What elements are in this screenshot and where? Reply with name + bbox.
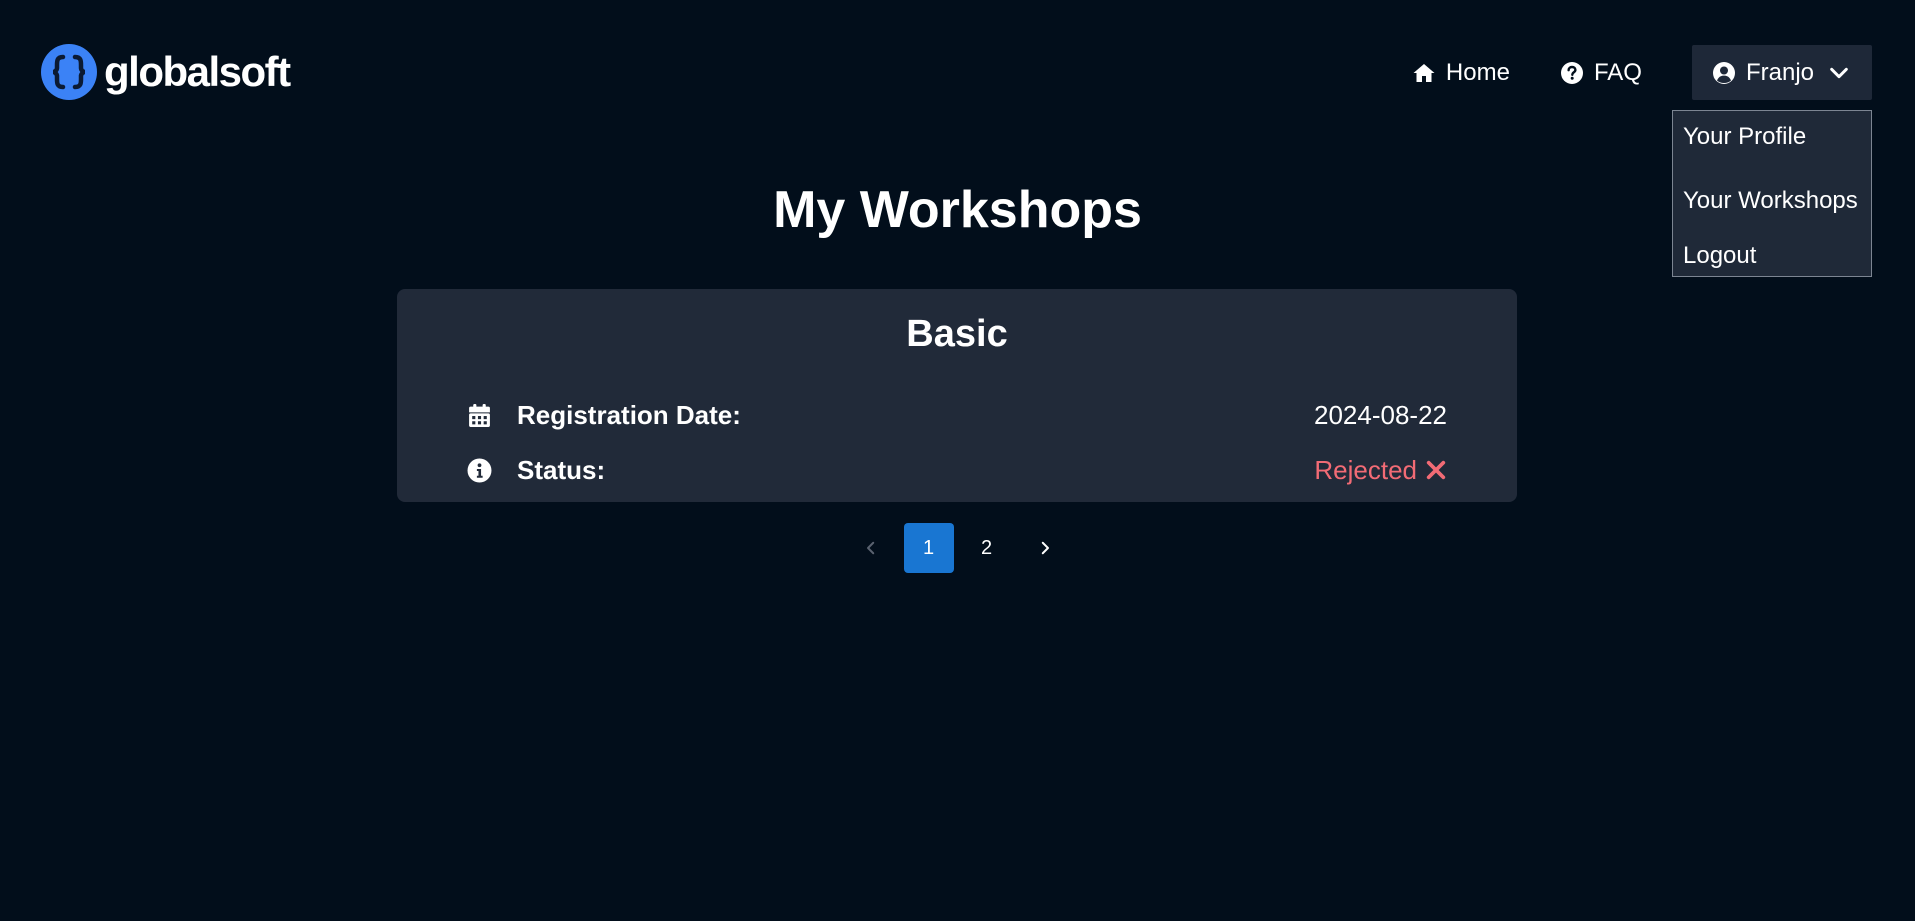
nav-home-link[interactable]: Home bbox=[1412, 59, 1510, 87]
brand-name: globalsoft bbox=[104, 48, 291, 95]
chevron-left-icon bbox=[866, 541, 874, 555]
page-title: My Workshops bbox=[773, 181, 1142, 239]
close-icon bbox=[1426, 460, 1446, 480]
registration-date-row: Registration Date: 2024-08-22 bbox=[467, 395, 1447, 435]
status-badge: Rejected bbox=[1314, 455, 1447, 486]
user-name: Franjo bbox=[1745, 58, 1814, 86]
braces-logo-icon bbox=[41, 44, 97, 100]
registration-date-text: 2024-08-22 bbox=[1314, 399, 1447, 430]
status-text: Rejected bbox=[1314, 454, 1417, 485]
status-label: Status: bbox=[517, 454, 606, 485]
user-circle-icon bbox=[1712, 61, 1735, 84]
registration-date-label: Registration Date: bbox=[517, 399, 741, 430]
nav-faq-label: FAQ bbox=[1593, 58, 1642, 86]
pagination: 1 2 bbox=[0, 523, 1915, 573]
brand-logo[interactable]: globalsoft bbox=[41, 44, 291, 100]
pagination-next-button[interactable] bbox=[1020, 523, 1070, 573]
chevron-right-icon bbox=[1041, 541, 1049, 555]
top-nav: Home FAQ Franjo bbox=[1412, 45, 1872, 100]
menu-item-your-profile[interactable]: Your Profile bbox=[1673, 119, 1871, 174]
workshop-card: Basic Registration Date: 2024-08-22 Stat… bbox=[397, 289, 1517, 502]
pagination-page-2[interactable]: 2 bbox=[962, 523, 1012, 573]
registration-date-value: 2024-08-22 bbox=[1314, 400, 1447, 431]
calendar-icon bbox=[469, 403, 490, 427]
info-circle-icon bbox=[467, 458, 492, 482]
chevron-down-icon bbox=[1830, 67, 1848, 78]
nav-home-label: Home bbox=[1445, 58, 1510, 86]
page: globalsoft Home FAQ Franjo Your Profile … bbox=[0, 0, 1915, 921]
pagination-prev-button[interactable] bbox=[846, 523, 896, 573]
home-icon bbox=[1413, 63, 1435, 82]
workshop-name: Basic bbox=[906, 313, 1008, 355]
status-row: Status: Rejected bbox=[467, 450, 1447, 490]
question-circle-icon bbox=[1560, 61, 1583, 84]
pagination-page-1[interactable]: 1 bbox=[903, 523, 954, 573]
nav-faq-link[interactable]: FAQ bbox=[1560, 59, 1642, 87]
user-menu-button[interactable]: Franjo bbox=[1691, 45, 1872, 100]
